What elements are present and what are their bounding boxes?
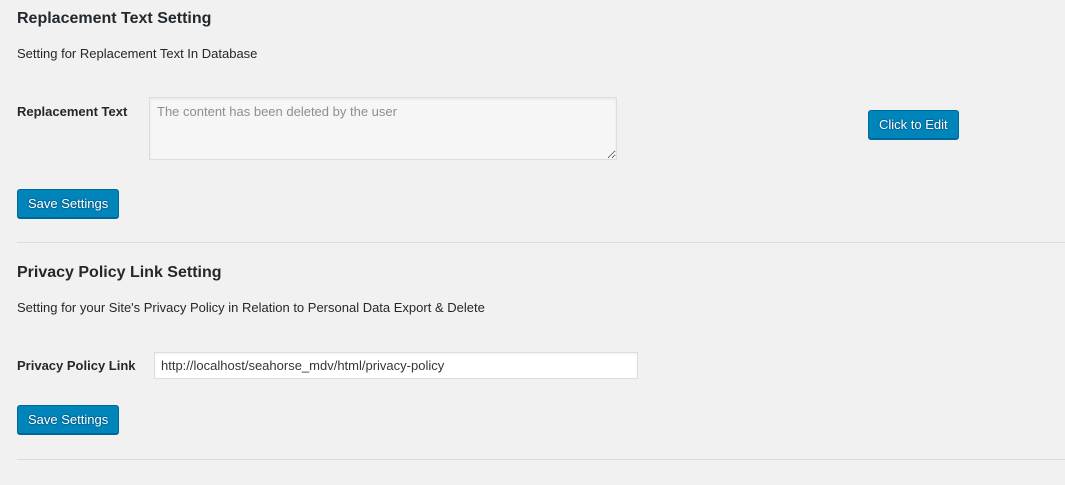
privacy-section-title: Privacy Policy Link Setting [17,264,222,281]
save-privacy-settings-button[interactable]: Save Settings [17,405,120,434]
replacement-text-textarea[interactable] [149,97,617,160]
replacement-text-label: Replacement Text [17,104,128,119]
replacement-section-description: Setting for Replacement Text In Database [17,46,258,61]
section-divider [17,242,1065,243]
save-replacement-settings-button[interactable]: Save Settings [17,189,120,218]
privacy-section-description: Setting for your Site's Privacy Policy i… [17,300,485,315]
privacy-policy-link-input[interactable] [154,352,638,379]
click-to-edit-button[interactable]: Click to Edit [868,110,959,139]
replacement-section-title: Replacement Text Setting [17,10,212,27]
privacy-policy-link-label: Privacy Policy Link [17,358,136,373]
settings-page: Replacement Text Setting Setting for Rep… [0,0,1065,485]
section-divider-bottom [17,459,1065,460]
